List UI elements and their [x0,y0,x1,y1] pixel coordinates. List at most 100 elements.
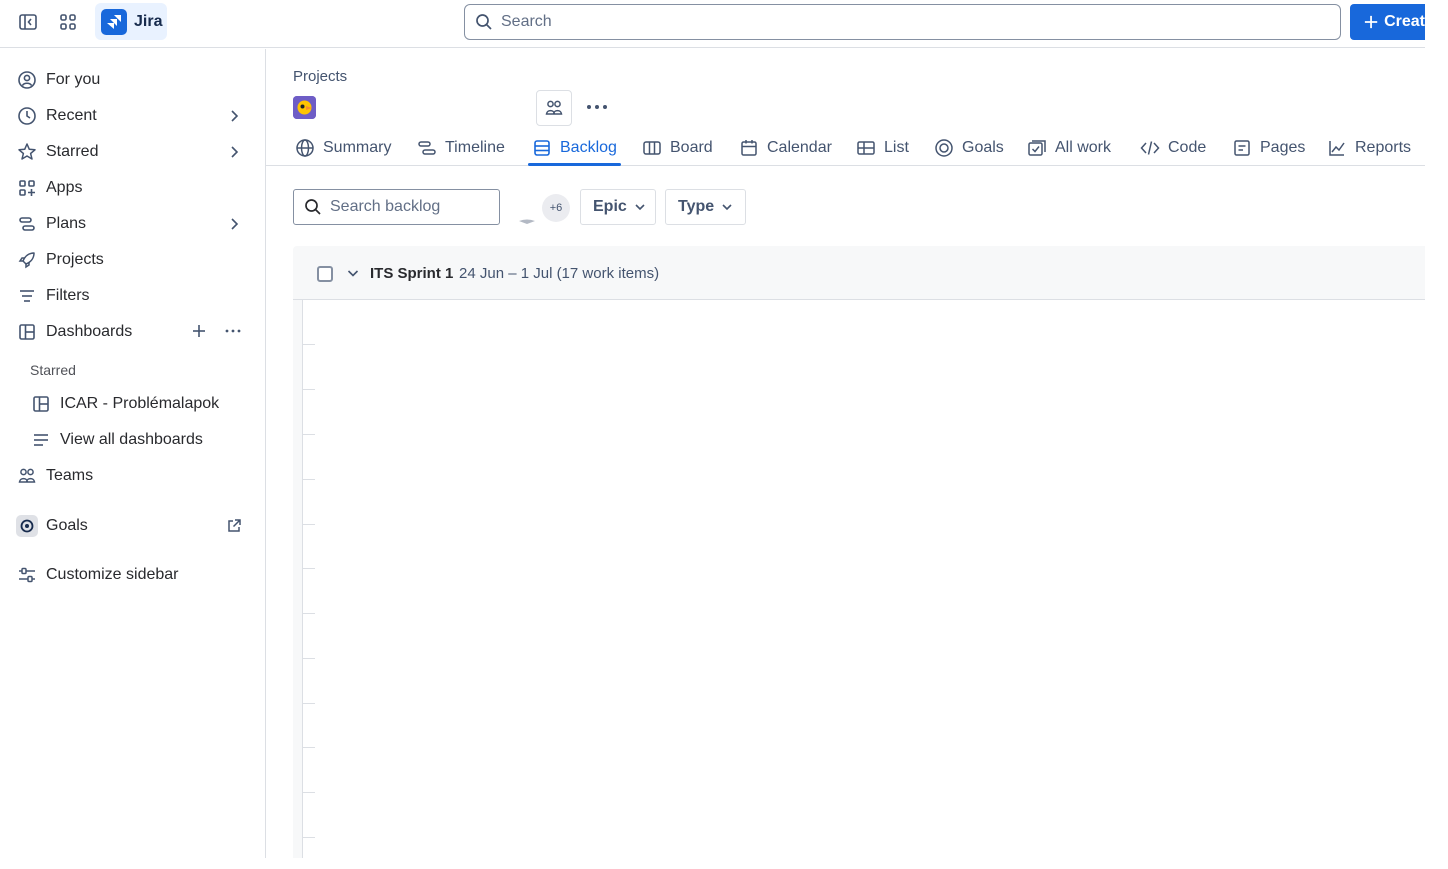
work-item-row[interactable] [303,434,315,435]
tab-label: Summary [323,138,392,156]
people-icon [545,100,563,115]
target-icon [934,138,954,158]
customize-sidebar-button[interactable]: Customize sidebar [16,559,250,591]
sidebar-item-label: Plans [46,215,87,232]
tab-calendar[interactable]: Calendar [739,130,832,165]
work-item-row[interactable] [303,344,315,345]
work-item-row[interactable] [303,658,315,659]
search-icon [305,199,321,215]
timeline-icon [417,138,437,158]
create-label: Creat [1384,13,1425,30]
sidebar-item-teams[interactable]: Teams [16,460,250,492]
work-item-row[interactable] [303,613,315,614]
work-item-row[interactable] [303,568,315,569]
sprint-container: ITS Sprint 1 24 Jun – 1 Jul (17 work ite… [293,246,1425,858]
sidebar-item-label: View all dashboards [60,431,203,448]
global-search-input[interactable]: Search [464,4,1341,40]
people-icon [16,465,38,487]
goals-icon [16,515,38,537]
sprint-dates: 24 Jun – 1 Jul (17 work items) [459,265,660,282]
work-item-row[interactable] [303,389,315,390]
sidebar: For you Recent Starred Apps Plans Projec… [0,49,266,858]
epic-filter-button[interactable]: Epic [580,189,656,225]
sidebar-item-label: Dashboards [46,323,133,340]
tab-goals[interactable]: Goals [934,130,1004,165]
jira-home-link[interactable]: Jira [95,3,167,40]
work-item-row[interactable] [303,524,315,525]
tab-reports[interactable]: Reports [1327,130,1411,165]
work-item-row[interactable] [303,703,315,704]
starred-heading: Starred [30,362,76,378]
work-item-row[interactable] [303,837,315,838]
project-avatar[interactable] [293,96,316,119]
tab-timeline[interactable]: Timeline [417,130,505,165]
sidebar-item-for-you[interactable]: For you [16,64,250,96]
dashboard-actions [190,322,242,340]
sidebar-item-filters[interactable]: Filters [16,280,250,312]
sidebar-item-plans[interactable]: Plans [16,208,250,240]
tab-label: Pages [1260,138,1306,156]
tab-board[interactable]: Board [642,130,713,165]
create-button[interactable]: Creat [1350,4,1425,40]
sidebar-item-label: Starred [46,143,99,160]
backlog-search-input[interactable]: Search backlog [293,189,500,225]
external-link-icon[interactable] [226,518,242,539]
sidebar-item-label: For you [46,71,101,88]
collapse-sidebar-icon[interactable] [14,10,42,34]
top-navigation-bar: Jira Search Creat [0,0,1425,48]
work-item-row[interactable] [303,479,315,480]
sidebar-item-dashboards[interactable]: Dashboards [16,316,250,348]
type-filter-label: Type [678,198,715,215]
epic-filter-label: Epic [593,198,627,215]
sidebar-item-goals[interactable]: Goals [16,510,250,542]
chevron-right-icon[interactable] [226,108,242,129]
work-item-row[interactable] [303,792,315,793]
assignee-avatar-filter[interactable]: +6 [514,194,570,224]
more-icon[interactable] [224,322,242,340]
dashboard-icon [16,321,38,343]
chart-line-icon [1327,138,1347,158]
tab-summary[interactable]: Summary [295,130,391,165]
chevron-right-icon[interactable] [226,216,242,237]
sidebar-item-apps[interactable]: Apps [16,172,250,204]
tab-all-work[interactable]: All work [1027,130,1111,165]
globe-icon [295,138,315,158]
tab-backlog[interactable]: Backlog [528,130,621,166]
tab-label: Code [1168,138,1207,156]
board-icon [642,138,662,158]
sidebar-item-label: Recent [46,107,97,124]
table-icon [856,138,876,158]
sidebar-item-recent[interactable]: Recent [16,100,250,132]
sprint-name[interactable]: ITS Sprint 1 [370,265,453,282]
tab-pages[interactable]: Pages [1232,130,1305,165]
sidebar-item-label: Apps [46,179,83,196]
team-button[interactable] [536,90,572,126]
chevron-right-icon[interactable] [226,144,242,165]
backlog-search-placeholder: Search backlog [330,198,441,215]
plus-icon [1364,15,1378,29]
app-switcher-icon[interactable] [54,10,82,34]
sidebar-item-starred[interactable]: Starred [16,136,250,168]
tab-label: Reports [1355,138,1412,156]
sidebar-item-projects[interactable]: Projects [16,244,250,276]
sprint-work-items [302,300,1425,858]
view-all-dashboards-link[interactable]: View all dashboards [30,424,250,456]
sprint-select-checkbox[interactable] [317,266,333,282]
project-more-button[interactable] [582,94,612,120]
backlog-icon [532,138,552,158]
person-circle-icon [16,69,38,91]
tab-label: Timeline [445,138,505,156]
work-item-row[interactable] [303,747,315,748]
sidebar-item-label: Filters [46,287,90,304]
chevron-down-icon[interactable] [345,265,361,285]
more-avatars-badge[interactable]: +6 [542,194,570,222]
tab-label: Goals [962,138,1004,156]
avatar[interactable] [514,200,540,226]
type-filter-button[interactable]: Type [665,189,746,225]
plus-icon[interactable] [190,322,208,340]
tab-code[interactable]: Code [1140,130,1206,165]
starred-dashboard-link[interactable]: ICAR - Problémalapok [30,388,250,420]
tab-list[interactable]: List [856,130,909,165]
breadcrumb-projects[interactable]: Projects [293,68,347,85]
project-tabs: Summary Timeline Backlog Board Calendar … [266,130,1425,166]
